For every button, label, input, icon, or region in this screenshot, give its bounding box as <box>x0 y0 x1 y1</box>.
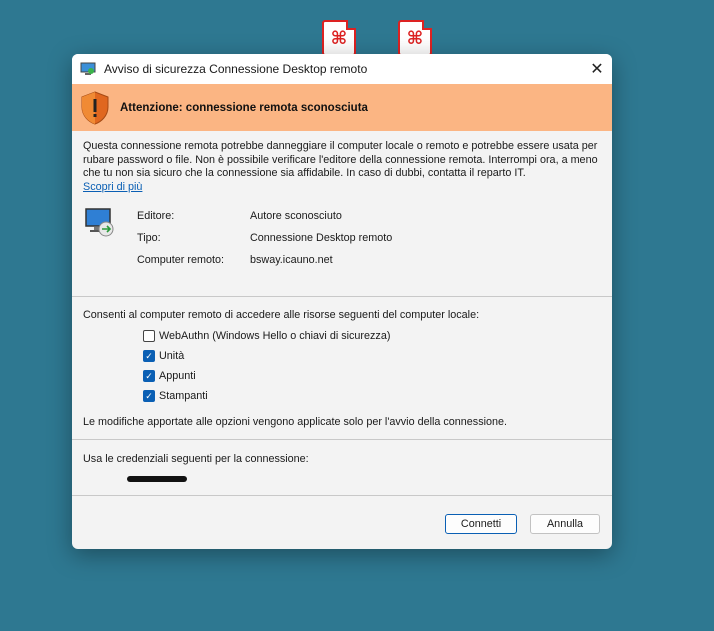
credentials-heading: Usa le credenziali seguenti per la conne… <box>83 453 309 465</box>
permissions-heading: Consenti al computer remoto di accedere … <box>83 309 480 321</box>
cancel-button[interactable]: Annulla <box>530 514 600 534</box>
checkmark-icon[interactable]: ✓ <box>143 370 155 382</box>
checkbox-printers[interactable]: ✓ Stampanti <box>143 386 601 406</box>
info-label: Tipo: <box>137 232 161 244</box>
permissions-section: Consenti al computer remoto di accedere … <box>72 297 612 428</box>
remote-computer-icon <box>85 208 114 237</box>
checkbox-unchecked[interactable] <box>143 330 155 342</box>
options-note: Le modifiche apportate alle opzioni veng… <box>83 416 508 428</box>
checkbox-clipboard[interactable]: ✓ Appunti <box>143 366 601 386</box>
checkbox-webauthn[interactable]: WebAuthn (Windows Hello o chiavi di sicu… <box>143 326 601 346</box>
redacted-username <box>127 476 187 482</box>
warning-section: Questa connessione remota potrebbe danne… <box>72 131 612 277</box>
info-value: Autore sconosciuto <box>250 210 342 222</box>
info-row-publisher: Editore: Autore sconosciuto <box>137 210 342 222</box>
checkmark-icon[interactable]: ✓ <box>143 350 155 362</box>
button-bar: Connetti Annulla <box>72 499 612 549</box>
info-row-remote-computer: Computer remoto: bsway.icauno.net <box>137 254 333 266</box>
page-fold <box>422 20 432 30</box>
warning-text: Questa connessione remota potrebbe danne… <box>83 140 598 179</box>
info-row-type: Tipo: Connessione Desktop remoto <box>137 232 392 244</box>
checkbox-drives[interactable]: ✓ Unità <box>143 346 601 366</box>
remote-desktop-icon <box>80 62 96 75</box>
checkbox-label: Appunti <box>159 370 196 382</box>
connect-button[interactable]: Connetti <box>445 514 517 534</box>
dialog-title: Avviso di sicurezza Connessione Desktop … <box>104 62 368 76</box>
checkmark-icon[interactable]: ✓ <box>143 390 155 402</box>
connection-info: Editore: Autore sconosciuto Tipo: Connes… <box>83 207 601 277</box>
close-icon: ✕ <box>590 61 604 78</box>
checkbox-label: Unità <box>159 350 185 362</box>
pdf-file-icon[interactable]: ⌘ <box>398 20 432 56</box>
warning-description: Questa connessione remota potrebbe danne… <box>83 140 601 194</box>
close-button[interactable]: ✕ <box>582 54 612 84</box>
learn-more-link[interactable]: Scopri di più <box>83 181 142 193</box>
pdf-file-icon[interactable]: ⌘ <box>322 20 356 56</box>
checkbox-label: WebAuthn (Windows Hello o chiavi di sicu… <box>159 330 391 342</box>
credentials-section: Usa le credenziali seguenti per la conne… <box>72 440 612 482</box>
banner-title: Attenzione: connessione remota sconosciu… <box>120 101 368 114</box>
checkbox-label: Stampanti <box>159 390 208 402</box>
info-label: Computer remoto: <box>137 254 225 266</box>
page-fold <box>346 20 356 30</box>
security-warning-dialog: Avviso di sicurezza Connessione Desktop … <box>72 54 612 549</box>
info-value: Connessione Desktop remoto <box>250 232 393 244</box>
title-bar[interactable]: Avviso di sicurezza Connessione Desktop … <box>72 54 612 84</box>
info-value: bsway.icauno.net <box>250 254 333 266</box>
info-label: Editore: <box>137 210 175 222</box>
warning-shield-icon <box>81 90 109 125</box>
warning-banner: Attenzione: connessione remota sconosciu… <box>72 84 612 131</box>
divider <box>72 495 612 496</box>
